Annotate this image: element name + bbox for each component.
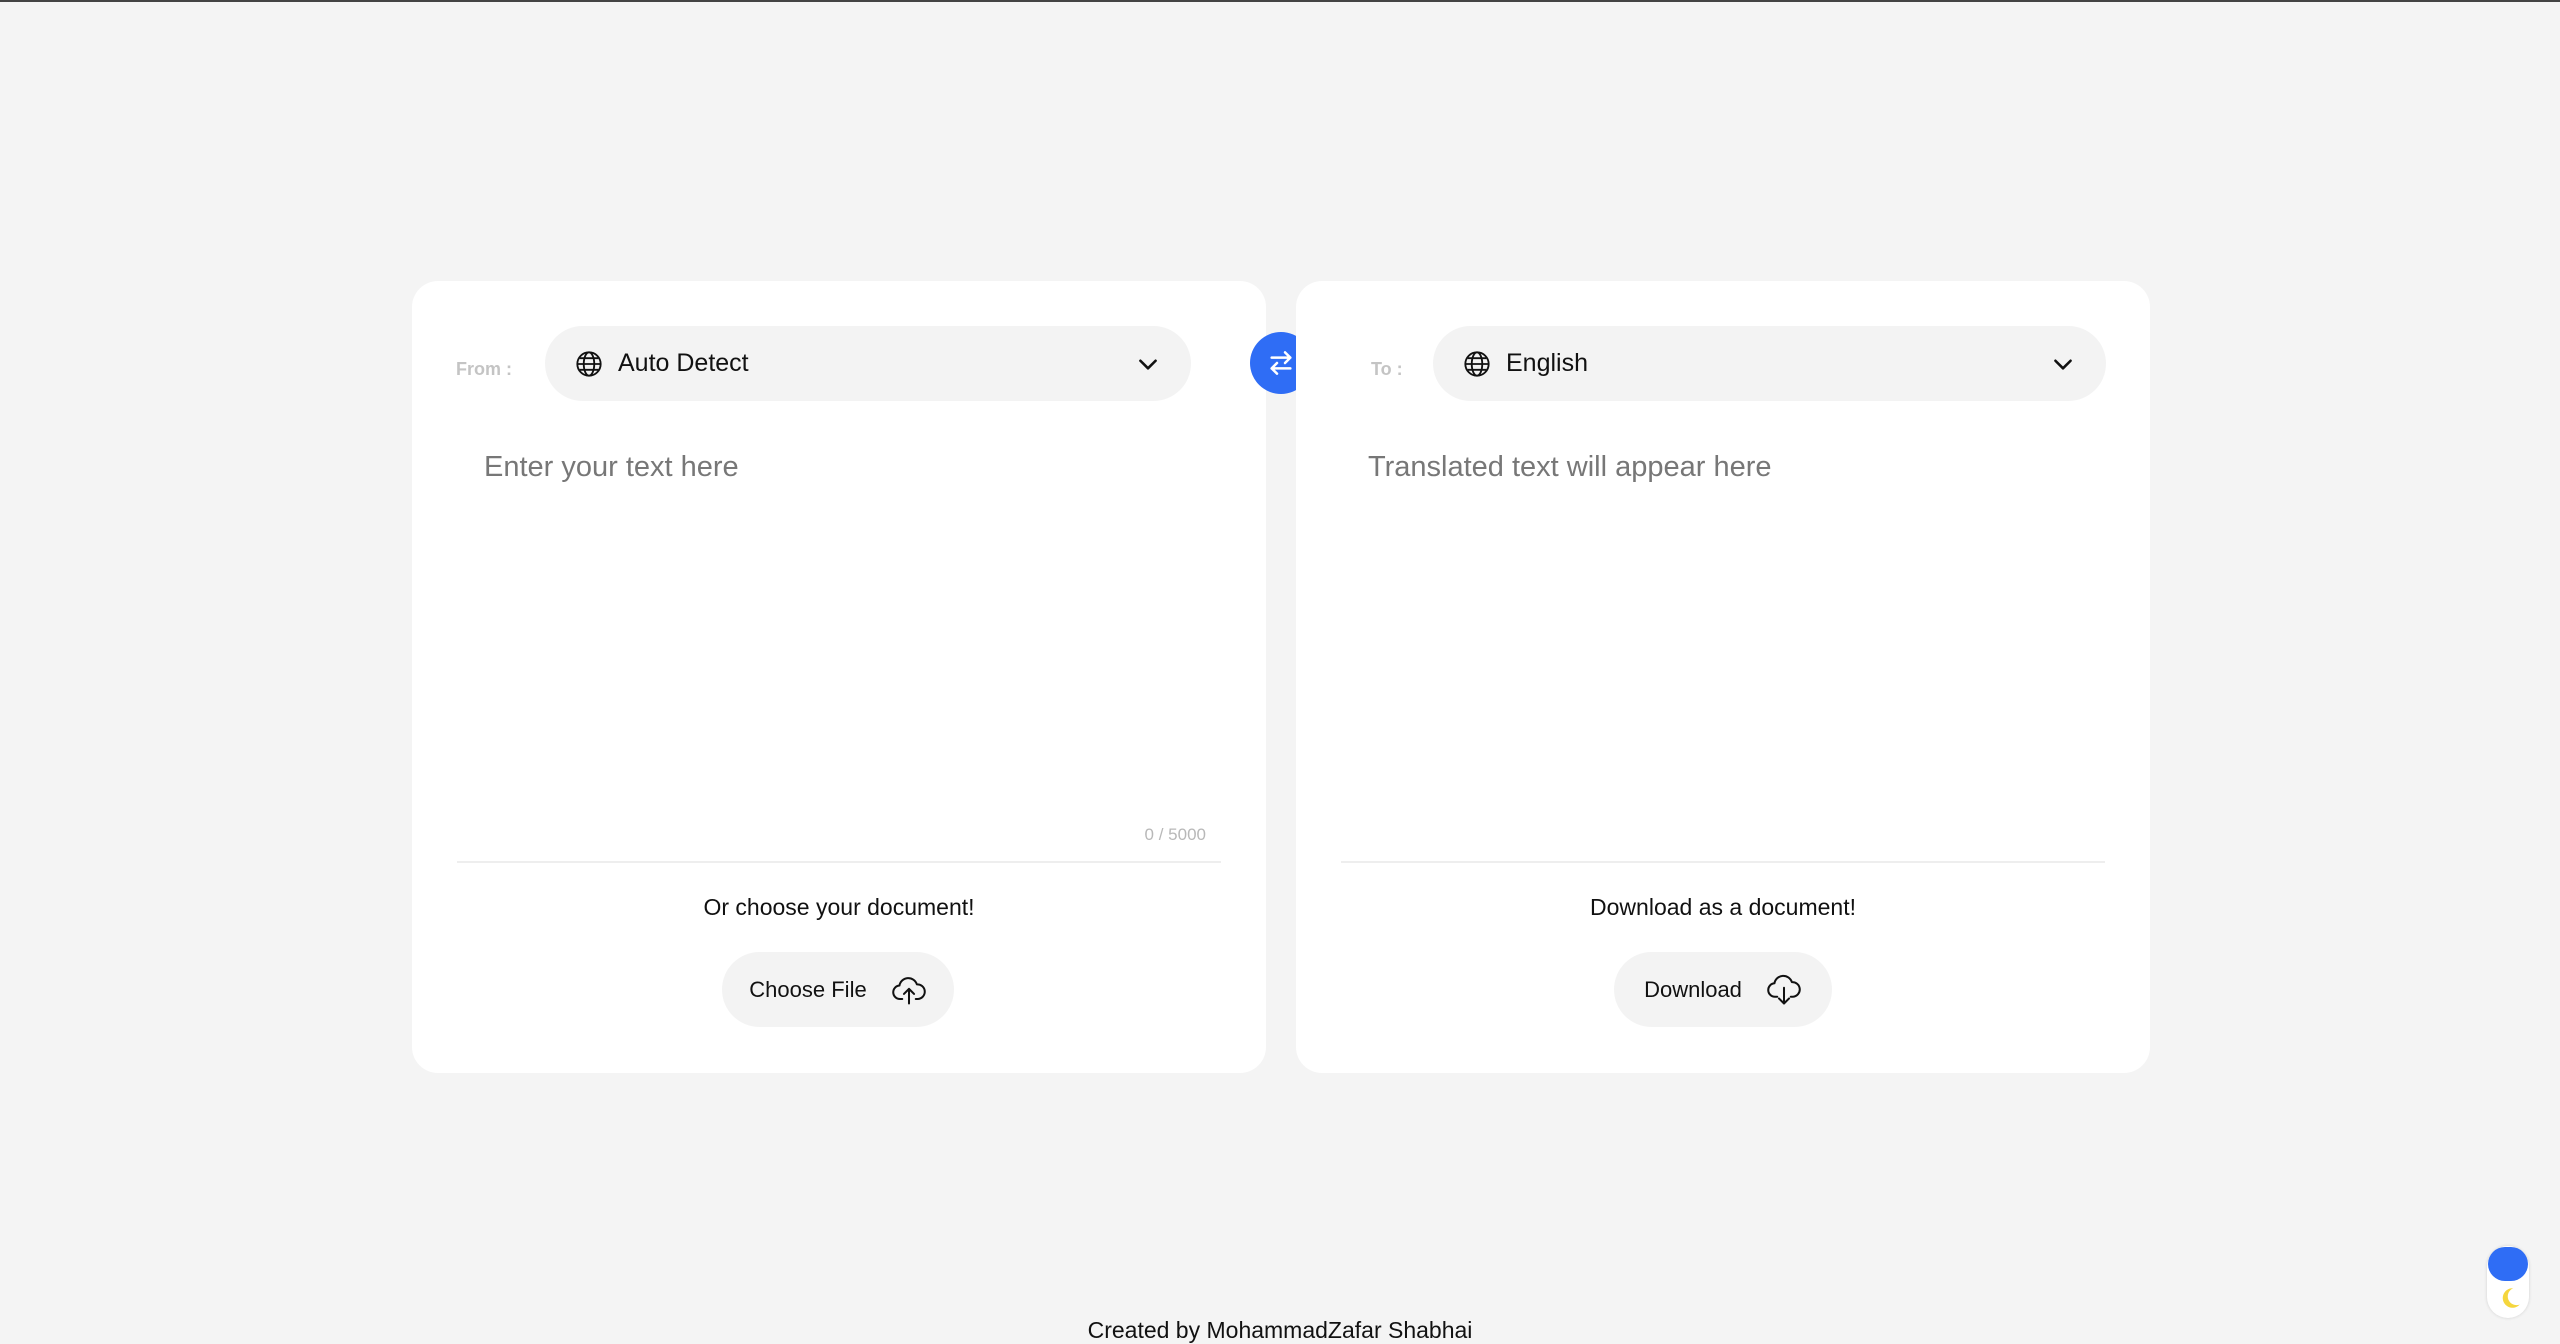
chevron-down-icon [2054, 358, 2072, 370]
choose-document-caption: Or choose your document! [703, 894, 975, 920]
divider [1341, 861, 2105, 863]
swap-arrows-icon [1270, 351, 1292, 375]
download-button[interactable]: Download [1614, 952, 1832, 1027]
source-language-value: Auto Detect [618, 349, 749, 377]
divider [457, 861, 1221, 863]
footer-credit: Created by MohammadZafar Shabhai [1087, 1317, 1473, 1343]
toggle-knob [2488, 1247, 2528, 1281]
source-text-input[interactable]: Enter your text here [484, 451, 1221, 771]
target-language-value: English [1506, 349, 1588, 377]
chevron-down-icon [1139, 358, 1157, 370]
cloud-upload-icon [891, 976, 926, 1005]
globe-icon [576, 350, 602, 377]
target-card: To : English Translated text will appear… [1296, 281, 2150, 1073]
target-language-select[interactable]: English [1433, 326, 2106, 401]
download-document-caption: Download as a document! [1590, 894, 1856, 920]
character-counter: 0 / 5000 [1144, 825, 1206, 844]
choose-file-button[interactable]: Choose File [722, 952, 954, 1027]
source-language-select[interactable]: Auto Detect [545, 326, 1191, 401]
choose-file-label: Choose File [749, 976, 867, 1002]
theme-toggle[interactable] [2487, 1246, 2529, 1318]
cloud-download-icon [1767, 974, 1801, 1005]
download-label: Download [1644, 976, 1742, 1002]
to-label: To : [1371, 359, 1403, 379]
translated-text-output[interactable]: Translated text will appear here [1368, 451, 2105, 771]
source-card: From : Auto Detect Enter your text here … [412, 281, 1266, 1073]
globe-icon [1464, 350, 1490, 377]
from-label: From : [456, 359, 512, 379]
moon-icon [2502, 1288, 2520, 1308]
